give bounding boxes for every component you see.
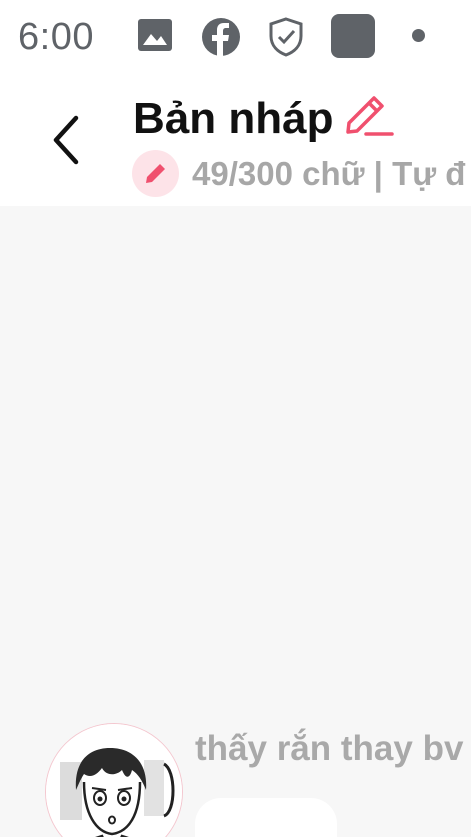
back-button[interactable] — [44, 110, 94, 170]
manga-character-portrait — [46, 724, 182, 837]
avatar[interactable] — [45, 723, 183, 837]
message-preview: thấy rắn thay bv — [195, 729, 464, 768]
draft-header: Bản nháp 49/300 chữ | Tự đ — [0, 76, 471, 206]
notification-dot-icon — [412, 29, 425, 42]
edit-badge[interactable] — [132, 150, 179, 197]
image-icon — [136, 16, 174, 59]
app-square-icon — [330, 13, 376, 64]
status-time: 6:00 — [18, 16, 94, 58]
message-bubble[interactable] — [195, 798, 337, 837]
status-bar: 6:00 — [0, 0, 471, 76]
pencil-outline-icon — [346, 96, 394, 136]
chat-area: thấy rắn thay bv — [0, 206, 471, 837]
facebook-icon — [200, 16, 242, 63]
back-arrow-icon — [53, 115, 79, 165]
page-title: Bản nháp — [133, 94, 334, 143]
shield-check-icon — [266, 16, 306, 63]
word-count-status: 49/300 chữ | Tự đ — [192, 155, 466, 192]
pencil-icon — [146, 164, 165, 183]
edit-title-button[interactable] — [342, 94, 394, 145]
